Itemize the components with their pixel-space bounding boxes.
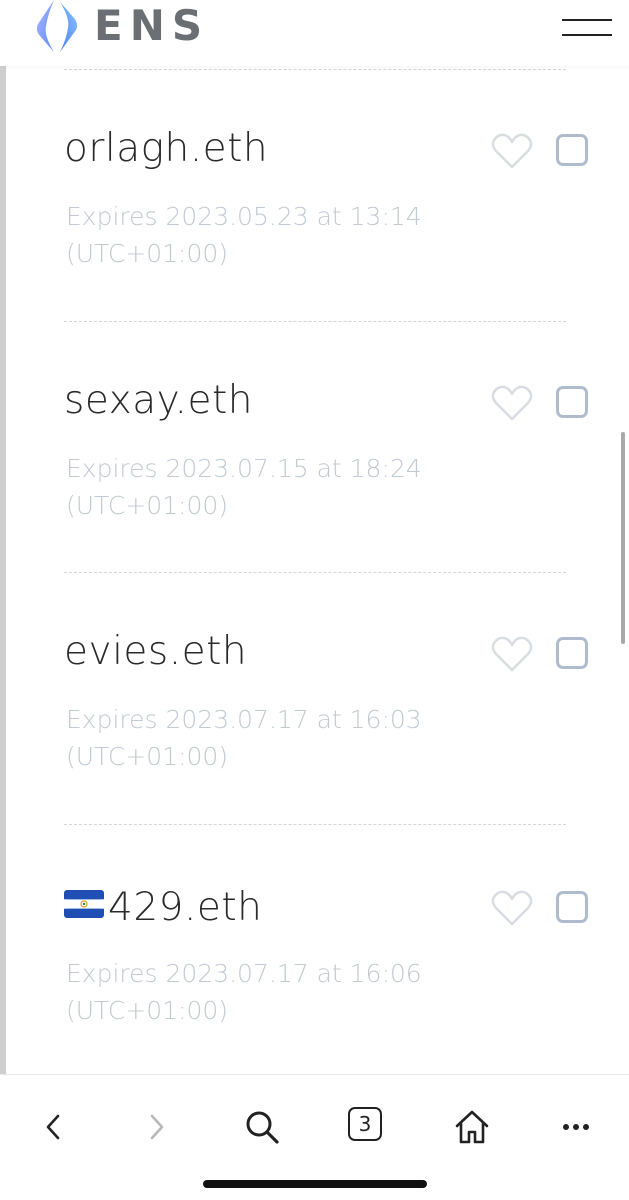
heart-outline-icon[interactable] (491, 889, 533, 927)
divider (64, 824, 566, 825)
search-icon[interactable] (240, 1105, 284, 1149)
el-salvador-flag-icon (64, 883, 104, 918)
heart-outline-icon[interactable] (491, 384, 533, 422)
scrollbar-thumb[interactable] (621, 432, 625, 644)
hamburger-menu-icon[interactable] (562, 16, 614, 40)
list-item[interactable]: orlagh.eth Expires 2023.05.23 at 13:14 (… (0, 70, 629, 322)
chevron-left-icon[interactable] (38, 1105, 68, 1149)
home-indicator[interactable] (203, 1180, 427, 1188)
domain-list: orlagh.eth Expires 2023.05.23 at 13:14 (… (0, 66, 629, 1074)
list-item[interactable]: sexay.eth Expires 2023.07.15 at 18:24 (U… (0, 322, 629, 574)
domain-name[interactable]: orlagh.eth (64, 126, 268, 171)
home-icon[interactable] (450, 1105, 494, 1149)
page: ENS orlagh.eth Expires 2023.05.23 at 13:… (0, 0, 629, 1200)
app-header: ENS (0, 0, 629, 66)
domain-name[interactable]: sexay.eth (64, 378, 253, 423)
expiry-text: Expires 2023.07.17 at 16:03 (UTC+01:00) (66, 705, 422, 771)
tabs-count-button[interactable]: 3 (348, 1107, 382, 1141)
chevron-right-icon[interactable] (142, 1105, 172, 1149)
expiry-text: Expires 2023.07.17 at 16:06 (UTC+01:00) (66, 959, 422, 1025)
select-checkbox[interactable] (556, 134, 588, 166)
select-checkbox[interactable] (556, 891, 588, 923)
list-item[interactable]: evies.eth Expires 2023.07.17 at 16:03 (U… (0, 573, 629, 825)
more-dots-icon[interactable] (556, 1105, 596, 1149)
brand-title: ENS (94, 1, 210, 50)
heart-outline-icon[interactable] (491, 132, 533, 170)
expiry-text: Expires 2023.07.15 at 18:24 (UTC+01:00) (66, 454, 422, 520)
list-item[interactable]: 429.eth Expires 2023.07.17 at 16:06 (UTC… (0, 827, 629, 1079)
domain-name[interactable]: evies.eth (64, 629, 247, 674)
ens-logo-icon[interactable] (32, 0, 82, 54)
select-checkbox[interactable] (556, 386, 588, 418)
select-checkbox[interactable] (556, 637, 588, 669)
heart-outline-icon[interactable] (491, 635, 533, 673)
expiry-text: Expires 2023.05.23 at 13:14 (UTC+01:00) (66, 202, 422, 268)
domain-name[interactable]: 429.eth (64, 883, 262, 930)
